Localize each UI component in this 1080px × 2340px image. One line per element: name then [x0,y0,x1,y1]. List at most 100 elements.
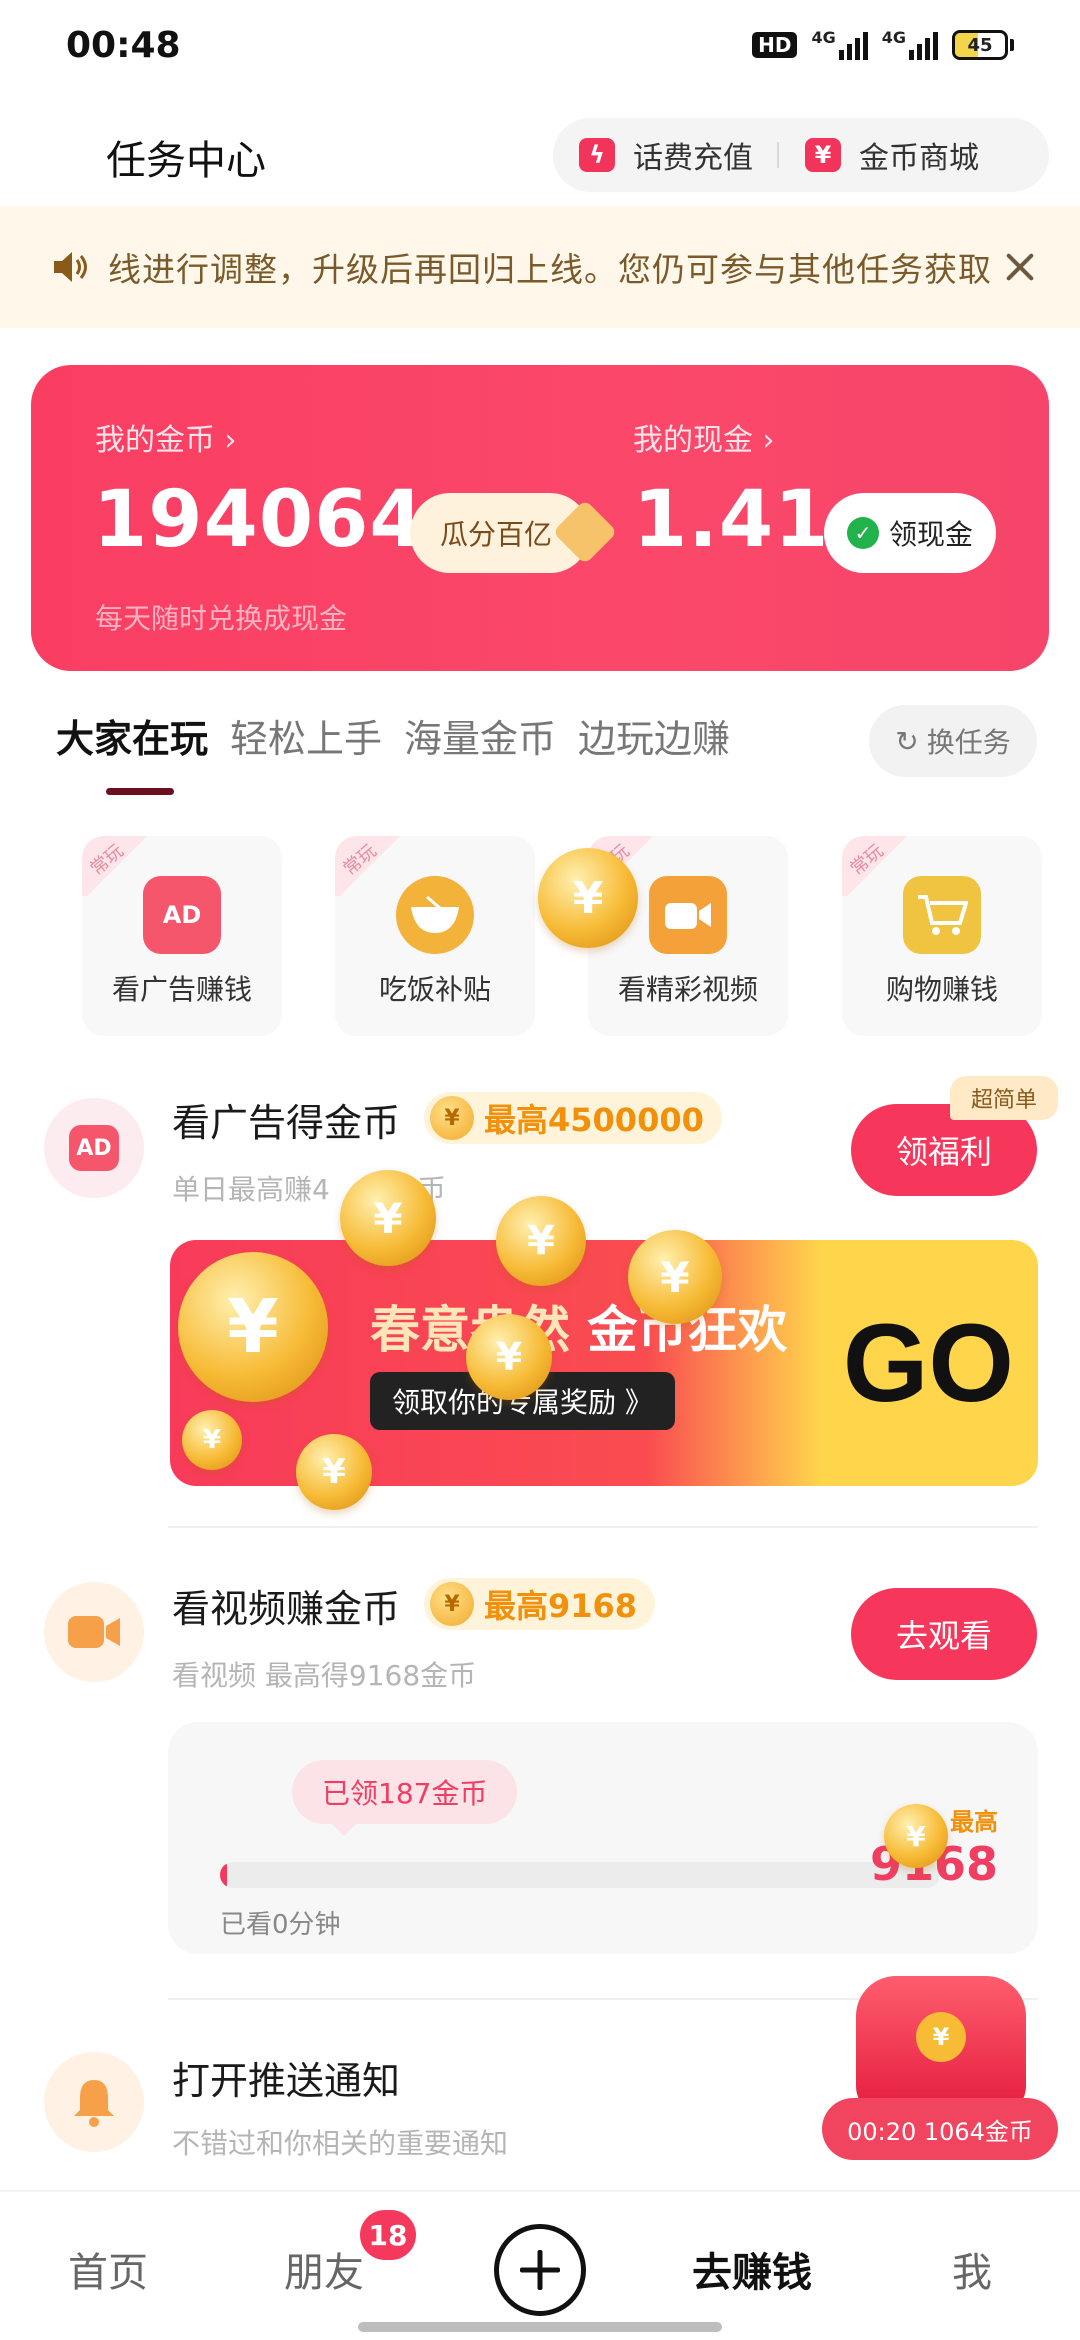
grid-card-label: 吃饭补贴 [378,973,491,1006]
close-icon[interactable] [1000,247,1040,287]
sparkle-icon [552,499,618,565]
coin-icon: ¥ [178,1252,328,1402]
ad-task-title: 看广告得金币 [172,1101,401,1145]
cash-label[interactable]: 我的现金 › [633,415,775,459]
withdraw-button[interactable]: ✓ 领现金 [824,493,996,573]
coins-sub: 每天随时兑换成现金 [95,602,348,635]
tab-indicator [106,788,174,795]
recharge-label: 话费充值 [633,141,753,176]
signal-icon: 4G [811,30,868,60]
coin-icon: ¥ [628,1230,722,1324]
progress-fill [220,1862,228,1888]
tag-badge: 常玩 [335,836,405,896]
claimed-bubble: 已领187金币 [292,1760,518,1836]
status-bar: 00:48 HD 4G 4G 45 [0,0,1080,90]
page-header: 任务中心 ϟ 话费充值 ¥ 金币商城 [0,100,1080,210]
push-task-desc: 不错过和你相关的重要通知 [172,2127,509,2160]
refresh-icon: ↻ [895,724,919,758]
coin-icon: ¥ [466,1314,552,1400]
video-camera-icon [68,1616,120,1648]
coin-icon: ¥ [182,1410,242,1470]
wechat-icon: ✓ [846,517,879,549]
grid-card-label: 看精彩视频 [617,973,758,1006]
coin-icon: ¥ [340,1170,436,1266]
tab-coins[interactable]: 海量金币 [404,708,556,763]
grid-card-ad[interactable]: 常玩 AD 看广告赚钱 [82,836,282,1036]
coins-label[interactable]: 我的金币 › [95,415,237,459]
tab-play-earn[interactable]: 边玩边赚 [578,708,730,763]
swap-label: 换任务 [926,726,1011,759]
quick-task-grid: 常玩 AD 看广告赚钱 常玩 吃饭补贴 常玩 看精彩视频 常玩 购物赚钱 ¥ [82,836,1042,1036]
shopping-cart-icon [903,876,981,954]
friends-badge: 18 [360,2210,416,2260]
ad-max-label: 最高4500000 [484,1101,704,1139]
bell-icon [74,2080,114,2127]
tag-badge: 常玩 [842,836,912,896]
home-indicator [358,2322,722,2332]
video-camera-icon [649,876,727,954]
signal-icon-2: 4G [882,30,938,60]
tab-easy[interactable]: 轻松上手 [230,708,382,763]
lightning-icon: ϟ [579,138,615,172]
push-task-title: 打开推送通知 [172,2059,401,2103]
grid-card-label: 购物赚钱 [885,973,998,1006]
red-packet-icon: ¥ [856,1976,1026,2116]
recharge-button[interactable]: ϟ 话费充值 [553,118,777,192]
reward-countdown: 00:20 1064金币 [822,2098,1058,2160]
ad-max-pill: ¥ 最高4500000 [424,1092,722,1144]
ad-task-icon: AD [44,1098,144,1198]
coin-icon: ¥ [884,1804,948,1868]
super-easy-badge: 超简单 [950,1076,1058,1120]
speaker-icon [54,252,87,282]
grid-card-shopping[interactable]: 常玩 购物赚钱 [842,836,1042,1036]
battery-icon: 45 [952,30,1014,60]
divider [168,1526,1038,1528]
noodle-bowl-icon [396,876,474,954]
mall-label: 金币商城 [859,141,979,176]
coupon-icon: ¥ [805,138,841,172]
floating-reward[interactable]: ¥ 00:20 1064金币 [822,1976,1058,2160]
coin-icon: ¥ [430,1096,474,1140]
tag-badge: 常玩 [82,836,152,896]
nav-me[interactable]: 我 [952,2240,992,2298]
cash-value: 1.41 [633,475,830,565]
notice-text: 线进行调整，升级后再回归上线。您仍可参与其他任务获取 [108,250,990,289]
progress-track [220,1862,940,1888]
notice-bar: 线进行调整，升级后再回归上线。您仍可参与其他任务获取 [0,206,1080,328]
coins-value: 194064 [93,475,425,565]
video-max-pill: ¥ 最高9168 [424,1578,656,1630]
grid-card-meal[interactable]: 常玩 吃饭补贴 [335,836,535,1036]
video-max-label: 最高9168 [484,1587,638,1625]
coin-mall-button[interactable]: ¥ 金币商城 [779,118,1003,192]
header-actions: ϟ 话费充值 ¥ 金币商城 [553,118,1049,192]
progress-label: 已看0分钟 [220,1910,341,1940]
nav-friends[interactable]: 朋友 [284,2240,364,2298]
swap-task-button[interactable]: ↻ 换任务 [869,705,1037,777]
page-title: 任务中心 [106,138,266,184]
coin-icon: ¥ [538,848,638,948]
status-time: 00:48 [66,24,181,66]
share-label: 瓜分百亿 [440,518,553,551]
coin-icon: ¥ [296,1434,372,1510]
coin-icon: ¥ [496,1196,586,1286]
balance-card: 我的金币 › 194064 每天随时兑换成现金 瓜分百亿 我的现金 › 1.41… [31,365,1049,671]
nav-home[interactable]: 首页 [68,2240,148,2298]
banner-go: GO [842,1302,1014,1425]
ad-icon: AD [69,1125,119,1171]
status-icons: HD 4G 4G 45 [752,30,1014,60]
video-task-desc: 看视频 最高得9168金币 [172,1659,477,1692]
bottom-nav: 首页 朋友 18 去赚钱 我 [0,2190,1080,2340]
grid-card-label: 看广告赚钱 [111,973,252,1006]
video-task-icon [44,1582,144,1682]
plus-icon[interactable] [494,2224,586,2316]
tv-ad-icon: AD [143,876,221,954]
share-button[interactable]: 瓜分百亿 [410,493,618,573]
video-progress-box: 已领187金币 已看0分钟 最高 9168 ¥ [168,1722,1038,1954]
banner-headline: 春意盎然 金币狂欢 [370,1301,788,1359]
tab-popular[interactable]: 大家在玩 [56,708,208,763]
watch-button[interactable]: 去观看 [851,1588,1037,1680]
nav-earn[interactable]: 去赚钱 [692,2240,812,2298]
hd-voice-icon: HD [752,32,798,58]
task-tabs: 大家在玩 轻松上手 海量金币 边玩边赚 [56,708,730,798]
video-task-title: 看视频赚金币 [172,1587,401,1631]
